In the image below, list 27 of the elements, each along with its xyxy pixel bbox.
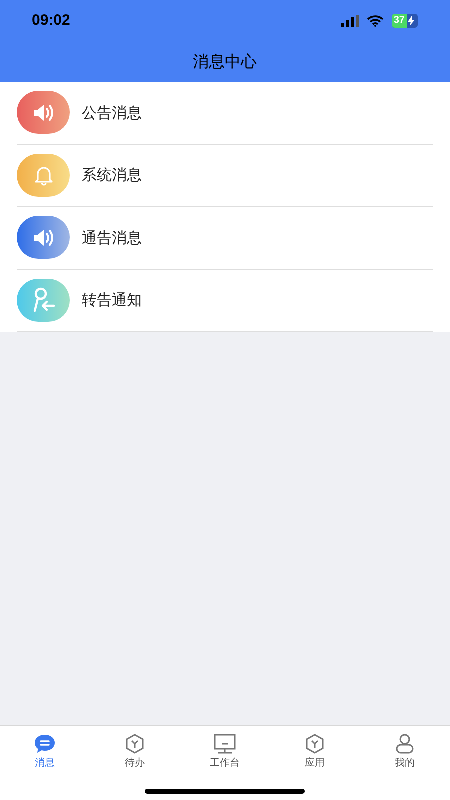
message-category-item[interactable]: 系统消息 [17,144,433,207]
wifi-icon [366,15,384,27]
category-label: 公告消息 [82,102,142,124]
tab-bar-item[interactable]: 消息 [15,734,75,771]
chat-icon [34,734,56,754]
message-category-item[interactable]: 通告消息 [17,207,433,270]
speaker-icon [32,228,56,248]
speaker-icon [32,102,56,123]
hexagon-icon [125,734,145,754]
bell-icon [32,164,54,186]
message-category-item[interactable]: 公告消息 [17,82,433,144]
category-label: 系统消息 [82,165,142,186]
header-title: 消息中心 [193,51,257,73]
message-category-item[interactable]: 转告通知 [17,270,433,332]
tab-bar-item[interactable]: 我的 [375,734,435,771]
status-time: 09:02 [32,10,70,31]
tab-bar-item[interactable]: 应用 [285,734,345,771]
tab-bar-item[interactable]: 待办 [105,734,165,771]
category-label: 转告通知 [82,290,142,311]
person-arrow-icon [32,287,56,314]
category-label: 通告消息 [82,228,142,248]
user-icon [395,734,415,754]
hexagon-icon [305,734,325,754]
monitor-icon [214,734,236,754]
battery-indicator: 37 [392,14,418,28]
signal-icon [340,15,359,27]
tab-bar-item[interactable]: 工作台 [195,734,255,771]
